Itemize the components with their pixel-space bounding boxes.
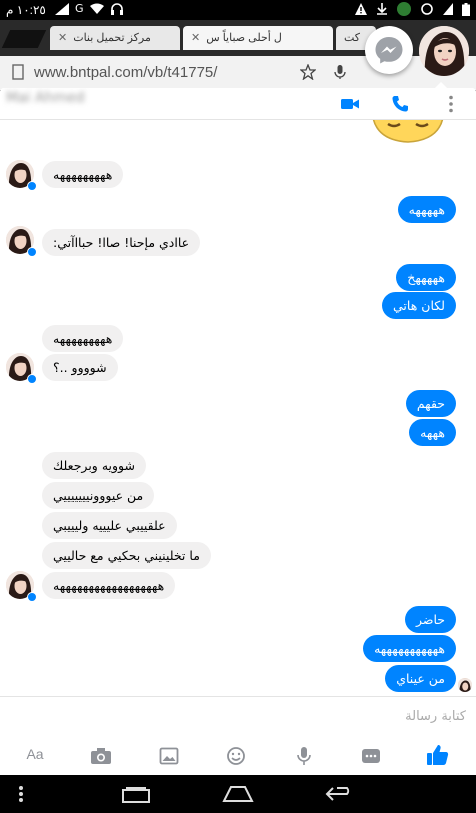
outgoing-message[interactable]: هههههههههههه [363, 635, 456, 662]
messenger-badge-icon [27, 247, 37, 257]
chat-panel: Mai Ahmed هههههههههه هههههه عاادي مإحنا!… [0, 88, 476, 775]
signal-icon [55, 2, 69, 15]
incoming-message[interactable]: ههههههههههههههههههه [42, 572, 176, 599]
back-icon[interactable] [325, 786, 355, 802]
network-type: G [75, 2, 84, 15]
tab-switcher[interactable] [1, 30, 47, 48]
gallery-icon[interactable] [158, 746, 180, 766]
close-tab-icon[interactable]: ✕ [191, 32, 200, 44]
microphone-icon[interactable] [293, 746, 315, 766]
bookmark-star-icon[interactable] [300, 64, 316, 80]
messenger-badge-icon [27, 374, 37, 384]
read-receipt-avatar [458, 678, 472, 692]
outgoing-message[interactable]: من عيناي [385, 665, 456, 692]
contact-avatar[interactable] [6, 571, 38, 603]
browser-tab[interactable]: ✕ مركز تحميل بنات [50, 26, 180, 50]
url-field[interactable]: www.bntpal.com/vb/t41775/ [34, 60, 334, 86]
android-navigation-bar [0, 775, 476, 813]
contact-avatar[interactable] [6, 353, 38, 385]
thumbs-up-icon[interactable] [426, 743, 450, 767]
incoming-message[interactable]: علقييبي عليييه وليييبي [42, 512, 177, 539]
emoji-icon[interactable] [225, 746, 247, 766]
message-input[interactable] [166, 705, 466, 727]
network-indicators: G [55, 2, 124, 15]
outgoing-message[interactable]: هههه [409, 419, 456, 446]
battery-icon [462, 2, 470, 16]
contact-photo [419, 26, 469, 76]
incoming-message[interactable]: هههههههههه [42, 325, 124, 352]
browser-tab[interactable]: ✕ ل أحلى صباياً س [183, 26, 333, 50]
chat-header: Mai Ahmed [0, 88, 476, 120]
more-apps-icon[interactable] [360, 746, 382, 766]
incoming-message[interactable]: شوووو ..؟ [42, 354, 118, 381]
contact-avatar[interactable] [6, 160, 38, 192]
warning-icon [355, 3, 367, 15]
menu-dots-icon[interactable] [18, 785, 24, 803]
camera-icon[interactable] [90, 746, 112, 766]
status-bar: ١٠:٢٥ م G [0, 0, 476, 20]
mic-icon[interactable] [332, 64, 348, 80]
incoming-message[interactable]: شوويه وبرجعلك [42, 452, 146, 479]
video-call-icon[interactable] [340, 94, 360, 114]
incoming-message[interactable]: هههههههههه [42, 161, 124, 188]
status-right [355, 2, 470, 16]
outgoing-message[interactable]: حاضر [404, 606, 456, 633]
outgoing-message[interactable]: لكان هاتي [382, 292, 456, 319]
contact-chathead-avatar[interactable] [419, 26, 469, 76]
close-tab-icon[interactable]: ✕ [58, 32, 67, 44]
headphones-icon [110, 2, 123, 15]
messenger-badge-icon [27, 181, 37, 191]
recent-apps-icon[interactable] [122, 787, 150, 803]
phone-call-icon[interactable] [390, 94, 410, 114]
read-receipt-photo [458, 679, 472, 692]
app-notification-icon [397, 2, 411, 16]
messenger-icon [375, 37, 403, 64]
page-icon [12, 64, 24, 80]
outgoing-message[interactable]: حقهم [405, 390, 456, 417]
outgoing-message[interactable]: هههههخ [396, 264, 456, 291]
composer-toolbar: Aa [0, 734, 476, 775]
download-icon [377, 3, 387, 15]
incoming-message[interactable]: من عيووونيييييييي [42, 482, 155, 509]
messenger-chathead[interactable] [365, 26, 413, 74]
messenger-badge-icon [27, 592, 37, 602]
contact-avatar[interactable] [6, 226, 38, 258]
clock: ١٠:٢٥ م [6, 3, 46, 17]
signal-bars-icon [443, 3, 453, 15]
contact-name: Mai Ahmed [6, 90, 85, 106]
wifi-icon [89, 3, 104, 14]
home-icon[interactable] [222, 785, 254, 803]
sync-icon [421, 3, 433, 15]
incoming-message[interactable]: ما تخلينيني بحكيي مع حالييي [42, 542, 211, 569]
more-options-icon[interactable] [441, 94, 461, 114]
text-format-button[interactable]: Aa [23, 746, 47, 766]
incoming-message[interactable]: عاادي مإحنا! صاا! حبااآتي: [42, 229, 201, 256]
outgoing-message[interactable]: هههههه [397, 196, 456, 223]
message-composer [0, 696, 476, 734]
